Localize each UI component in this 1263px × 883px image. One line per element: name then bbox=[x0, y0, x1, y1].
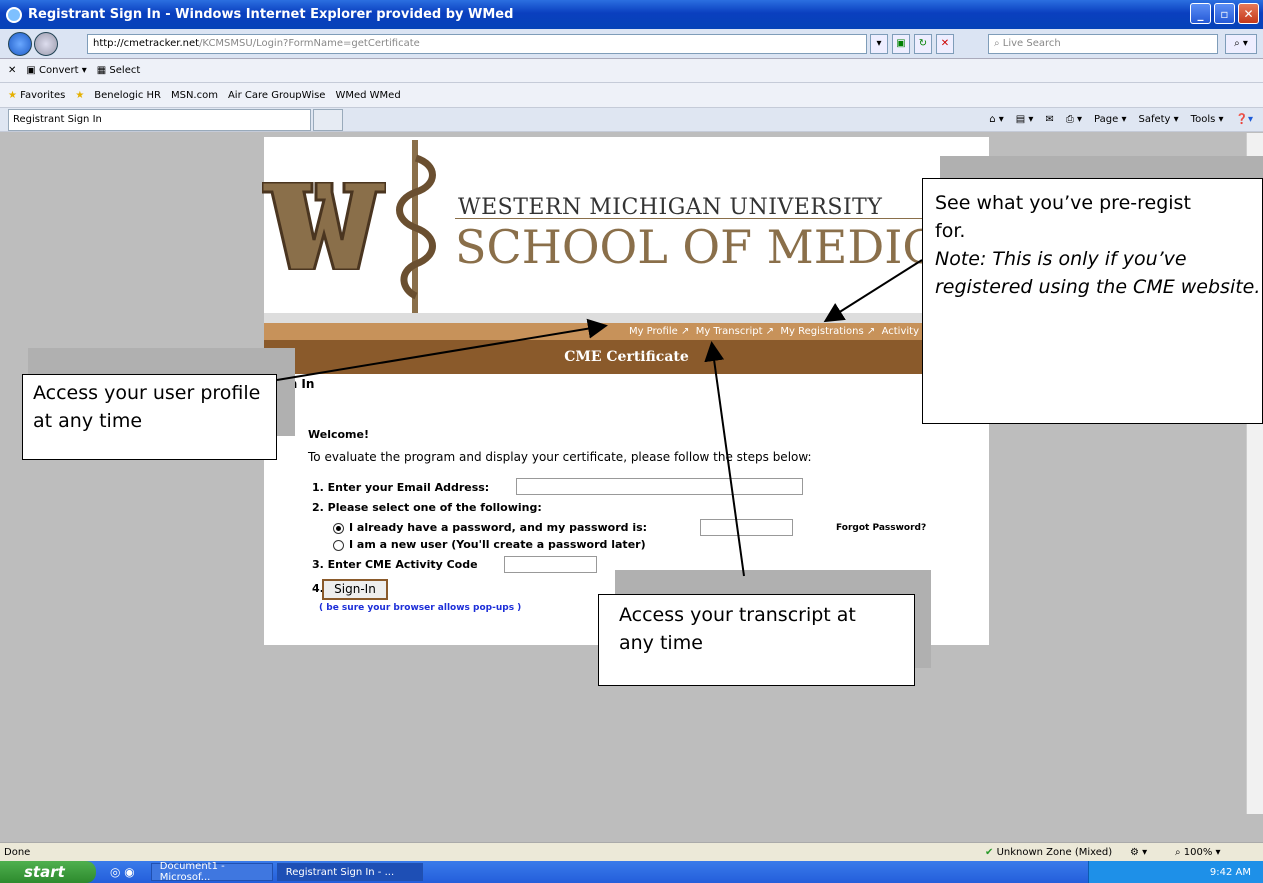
convert-button[interactable]: ▣ Convert ▾ bbox=[26, 65, 86, 76]
quick-launch-icons[interactable]: ◎ ◉ bbox=[110, 865, 135, 879]
refresh-icon[interactable]: ↻ bbox=[914, 34, 932, 54]
mail-icon[interactable]: ✉ bbox=[1045, 114, 1053, 125]
convert-toolbar: ✕ ▣ Convert ▾ ▦ Select bbox=[0, 59, 1263, 83]
welcome-heading: Welcome! bbox=[308, 428, 369, 441]
registrations-callout-note: Note: This is only if you’ve registered … bbox=[935, 248, 1261, 298]
clock: 9:42 AM bbox=[1209, 866, 1251, 878]
forgot-password-link[interactable]: Forgot Password? bbox=[836, 523, 926, 533]
stop-icon[interactable]: ✕ bbox=[936, 34, 954, 54]
registrations-callout-line1: See what you’ve pre-regist bbox=[935, 192, 1191, 214]
tab-row: Registrant Sign In ⌂ ▾ ▤ ▾ ✉ ⎙ ▾ Page ▾ … bbox=[0, 108, 1263, 132]
step3-label: 3. Enter CME Activity Code bbox=[312, 558, 478, 571]
status-text: Done bbox=[4, 846, 31, 858]
search-icon[interactable]: ⌕ ▾ bbox=[1225, 34, 1257, 54]
close-button[interactable]: ✕ bbox=[1238, 3, 1259, 24]
option-have-password[interactable]: I already have a password, and my passwo… bbox=[333, 521, 647, 534]
search-input[interactable]: ⌕ Live Search bbox=[988, 34, 1218, 54]
window-title: Registrant Sign In - Windows Internet Ex… bbox=[28, 7, 514, 22]
window-title-bar[interactable]: Registrant Sign In - Windows Internet Ex… bbox=[0, 0, 1263, 29]
tab-registrant-sign-in[interactable]: Registrant Sign In bbox=[8, 108, 311, 131]
protected-mode-icon[interactable]: ⚙ ▾ bbox=[1130, 847, 1147, 858]
instructions-text: To evaluate the program and display your… bbox=[308, 450, 812, 464]
fav-link-wmed[interactable]: WMed WMed bbox=[335, 90, 400, 101]
zoom-control[interactable]: ⌕ 100% ▾ bbox=[1175, 847, 1221, 858]
header-divider bbox=[264, 313, 989, 323]
tools-menu[interactable]: Tools ▾ bbox=[1191, 114, 1224, 125]
banner-line1: WESTERN MICHIGAN UNIVERSITY bbox=[458, 195, 883, 220]
favorites-button[interactable]: ★ Favorites bbox=[8, 90, 65, 101]
taskbar-item-registrant[interactable]: Registrant Sign In - ... bbox=[276, 863, 423, 881]
start-button[interactable]: start bbox=[0, 861, 96, 883]
print-icon[interactable]: ⎙ ▾ bbox=[1066, 114, 1082, 125]
taskbar-item-document1[interactable]: Document1 - Microsof... bbox=[150, 861, 273, 883]
zone-indicator[interactable]: ✔ Unknown Zone (Mixed) bbox=[985, 847, 1112, 858]
signin-button[interactable]: Sign-In bbox=[322, 579, 388, 600]
close-toolbar-icon[interactable]: ✕ bbox=[8, 65, 16, 76]
add-favorite-icon[interactable]: ★ bbox=[75, 90, 84, 101]
step2-label: 2. Please select one of the following: bbox=[312, 501, 542, 514]
activity-code-field[interactable] bbox=[504, 556, 597, 573]
user-nav-bar: My Profile ↗ My Transcript ↗ My Registra… bbox=[264, 323, 989, 340]
nav-my-registrations[interactable]: My Registrations bbox=[780, 326, 863, 337]
registrations-callout: See what you’ve pre-regist for. Note: Th… bbox=[922, 178, 1263, 424]
home-icon[interactable]: ⌂ ▾ bbox=[989, 114, 1004, 125]
caduceus-icon bbox=[396, 140, 436, 315]
select-button[interactable]: ▦ Select bbox=[97, 65, 141, 76]
password-field[interactable] bbox=[700, 519, 793, 536]
taskbar: start ◎ ◉ Document1 - Microsof... Regist… bbox=[0, 861, 1263, 883]
wmu-logo-icon bbox=[262, 182, 386, 270]
ie-icon bbox=[6, 6, 22, 23]
address-input[interactable]: http://cmetracker.net/KCMSMSU/Login?Form… bbox=[87, 34, 867, 54]
fav-link-msn[interactable]: MSN.com bbox=[171, 90, 218, 101]
address-row: http://cmetracker.net/KCMSMSU/Login?Form… bbox=[0, 29, 1263, 59]
profile-callout: Access your user profile at any time bbox=[22, 374, 277, 460]
fav-link-benelogic[interactable]: Benelogic HR bbox=[94, 90, 161, 101]
radio-have-password[interactable] bbox=[333, 522, 344, 534]
maximize-button[interactable]: ▫ bbox=[1214, 3, 1235, 24]
nav-activity[interactable]: Activity bbox=[882, 326, 919, 337]
page-menu[interactable]: Page ▾ bbox=[1094, 114, 1126, 125]
step1-label: 1. Enter your Email Address: bbox=[312, 481, 490, 494]
banner-line2: SCHOOL OF MEDICI bbox=[455, 220, 925, 274]
transcript-callout: Access your transcript at any time bbox=[598, 594, 915, 686]
status-bar: Done ✔ Unknown Zone (Mixed) ⚙ ▾ ⌕ 100% ▾ bbox=[0, 842, 1263, 861]
back-button[interactable] bbox=[8, 32, 32, 56]
nav-my-profile[interactable]: My Profile bbox=[629, 326, 678, 337]
radio-new-user[interactable] bbox=[333, 539, 344, 551]
help-icon[interactable]: ❓▾ bbox=[1236, 114, 1253, 125]
email-field[interactable] bbox=[516, 478, 803, 495]
favorites-bar: ★ Favorites ★ Benelogic HR MSN.com Air C… bbox=[0, 83, 1263, 108]
compat-icon[interactable]: ▣ bbox=[892, 34, 910, 54]
safety-menu[interactable]: Safety ▾ bbox=[1138, 114, 1178, 125]
command-bar: ⌂ ▾ ▤ ▾ ✉ ⎙ ▾ Page ▾ Safety ▾ Tools ▾ ❓▾ bbox=[989, 114, 1263, 125]
registrations-callout-line2: for. bbox=[935, 220, 966, 242]
dropdown-icon[interactable]: ▾ bbox=[870, 34, 888, 54]
minimize-button[interactable]: _ bbox=[1190, 3, 1211, 24]
new-tab-button[interactable] bbox=[313, 108, 343, 131]
popup-note: ( be sure your browser allows pop-ups ) bbox=[319, 603, 522, 613]
banner-divider bbox=[455, 218, 935, 219]
forward-button[interactable] bbox=[34, 32, 58, 56]
feeds-icon[interactable]: ▤ ▾ bbox=[1016, 114, 1034, 125]
system-tray: 9:42 AM bbox=[1088, 861, 1263, 883]
option-new-user[interactable]: I am a new user (You'll create a passwor… bbox=[333, 538, 646, 551]
nav-my-transcript[interactable]: My Transcript bbox=[696, 326, 763, 337]
cme-certificate-title: CME Certificate bbox=[264, 340, 989, 374]
fav-link-aircare[interactable]: Air Care GroupWise bbox=[228, 90, 326, 101]
